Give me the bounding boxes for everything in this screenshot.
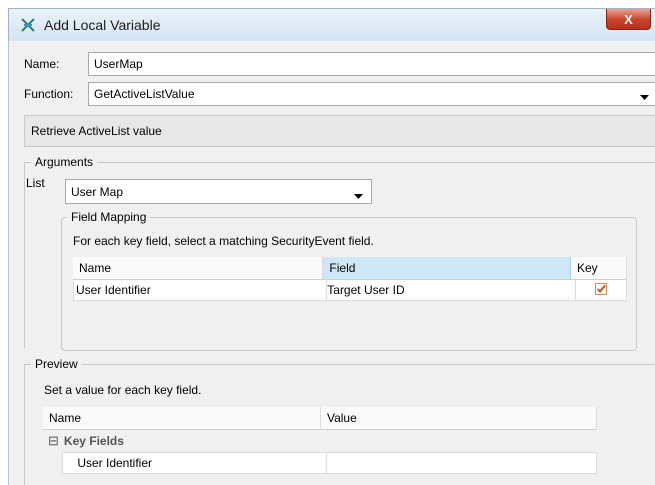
row-name: User Identifier <box>76 283 151 297</box>
column-header-value[interactable]: Value <box>320 407 597 430</box>
function-select[interactable]: GetActiveListValue <box>88 82 655 106</box>
preview-table: Name Value ⊟ Key Fields User Identifier <box>43 407 597 474</box>
preview-instruction: Set a value for each key field. <box>44 383 202 397</box>
field-mapping-table: Name Field Key User Identifier Target Us… <box>73 257 628 301</box>
group-row-key-fields[interactable]: ⊟ Key Fields <box>43 430 597 452</box>
row-name: User Identifier <box>77 456 153 470</box>
table-header: Name Field Key <box>73 257 627 280</box>
row-field: Target User ID <box>327 283 405 297</box>
row-field-cell[interactable]: Target User ID <box>327 280 576 301</box>
row-value-cell[interactable] <box>327 452 597 474</box>
variable-icon <box>19 16 37 34</box>
description-text: Retrieve ActiveList value <box>31 124 162 138</box>
arguments-legend: Arguments <box>31 155 98 169</box>
preview-group-border <box>24 364 655 365</box>
dialog-body: Name: UserMap Function: GetActiveListVal… <box>8 41 655 485</box>
column-header-field[interactable]: Field <box>323 257 571 280</box>
close-icon: X <box>624 11 633 27</box>
chevron-down-icon <box>640 90 649 104</box>
table-row[interactable]: User Identifier Target User ID <box>73 280 628 301</box>
row-name-cell[interactable]: User Identifier <box>62 452 328 474</box>
list-select[interactable]: User Map <box>65 179 372 204</box>
arguments-group-border <box>24 162 655 163</box>
list-label: List <box>26 176 45 190</box>
row-key-cell[interactable] <box>575 280 628 301</box>
column-header-name[interactable]: Name <box>43 407 321 430</box>
column-header-key[interactable]: Key <box>570 257 627 280</box>
chevron-down-icon <box>354 189 363 203</box>
title-bar[interactable]: Add Local Variable X <box>8 8 655 41</box>
arguments-group-left-border <box>24 162 25 348</box>
function-description: Retrieve ActiveList value <box>24 115 655 147</box>
field-mapping-legend: Field Mapping <box>67 210 151 224</box>
function-label: Function: <box>24 87 74 101</box>
name-label: Name: <box>24 57 60 71</box>
collapse-icon[interactable]: ⊟ <box>48 433 59 449</box>
preview-group-left-border <box>24 364 25 485</box>
function-value: GetActiveListValue <box>94 87 195 101</box>
table-header: Name Value <box>43 407 597 430</box>
table-row[interactable]: User Identifier <box>43 452 597 474</box>
key-checkbox[interactable] <box>594 282 607 298</box>
list-value: User Map <box>71 184 124 199</box>
row-name-cell[interactable]: User Identifier <box>73 280 328 301</box>
field-mapping-instruction: For each key field, select a matching Se… <box>73 234 374 248</box>
column-header-name[interactable]: Name <box>73 257 324 280</box>
preview-legend: Preview <box>31 357 82 371</box>
row-indent <box>43 452 62 472</box>
name-field[interactable]: UserMap <box>88 52 655 76</box>
close-button[interactable]: X <box>606 9 651 30</box>
checkmark-icon <box>594 282 607 295</box>
name-value: UserMap <box>94 57 143 71</box>
window-title: Add Local Variable <box>44 17 161 33</box>
group-label: Key Fields <box>63 434 124 448</box>
